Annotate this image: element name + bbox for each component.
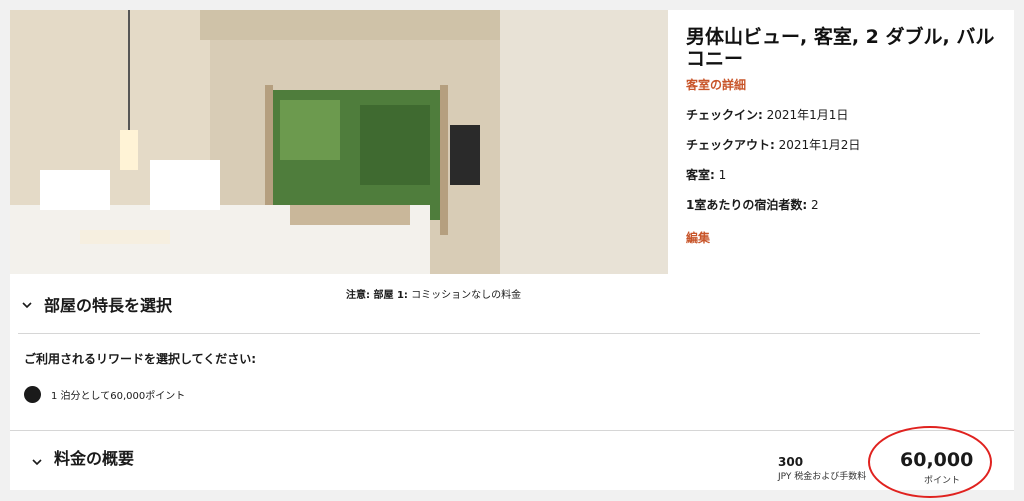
note-value: コミッションなしの料金 [407,290,522,301]
guests-row: 1室あたりの宿泊者数: 2 [686,197,1006,213]
tax-amount: 300 [778,455,804,469]
room-info: 男体山ビュー, 客室, 2 ダブル, バルコニー 客室の詳細 チェックイン: 2… [686,26,1006,246]
reward-option[interactable]: 1 泊分として60,000ポイント [24,386,185,403]
room-photo [10,10,668,274]
reward-radio-selected[interactable] [24,386,41,403]
price-summary-title[interactable]: 料金の概要 [54,445,134,469]
checkout-value: 2021年1月2日 [774,138,861,152]
rooms-value: 1 [714,168,727,182]
reservation-card: 男体山ビュー, 客室, 2 ダブル, バルコニー 客室の詳細 チェックイン: 2… [10,10,1014,490]
reward-option-label[interactable]: 1 泊分として60,000ポイント [51,387,185,402]
edit-link[interactable]: 編集 [686,229,1006,246]
chevron-down-icon[interactable] [32,457,42,467]
room-title: 男体山ビュー, 客室, 2 ダブル, バルコニー [686,26,995,70]
chevron-down-icon[interactable] [22,300,32,310]
checkin-label: チェックイン: [686,108,763,122]
commission-note: 注意: 部屋 1: コミッションなしの料金 [346,286,521,301]
note-label: 注意: 部屋 1: [346,290,408,301]
checkin-value: 2021年1月1日 [762,108,849,122]
rooms-row: 客室: 1 [686,167,1006,183]
room-features-title[interactable]: 部屋の特長を選択 [44,292,172,316]
guests-label: 1室あたりの宿泊者数: [686,198,808,212]
highlight-annotation-circle [868,426,992,498]
rooms-label: 客室: [686,168,715,182]
price-summary-section[interactable]: 料金の概要 300 JPY 税金および手数料 60,000 ポイント [10,430,1014,490]
guests-value: 2 [807,198,819,212]
checkout-label: チェックアウト: [686,138,775,152]
reward-heading: ご利用されるリワードを選択してください: [24,352,257,366]
tax-label: JPY 税金および手数料 [778,472,867,482]
checkin-row: チェックイン: 2021年1月1日 [686,107,1006,123]
room-details-link[interactable]: 客室の詳細 [686,76,1006,93]
checkout-row: チェックアウト: 2021年1月2日 [686,137,1006,153]
room-features-section[interactable]: 部屋の特長を選択 注意: 部屋 1: コミッションなしの料金 [18,284,980,334]
